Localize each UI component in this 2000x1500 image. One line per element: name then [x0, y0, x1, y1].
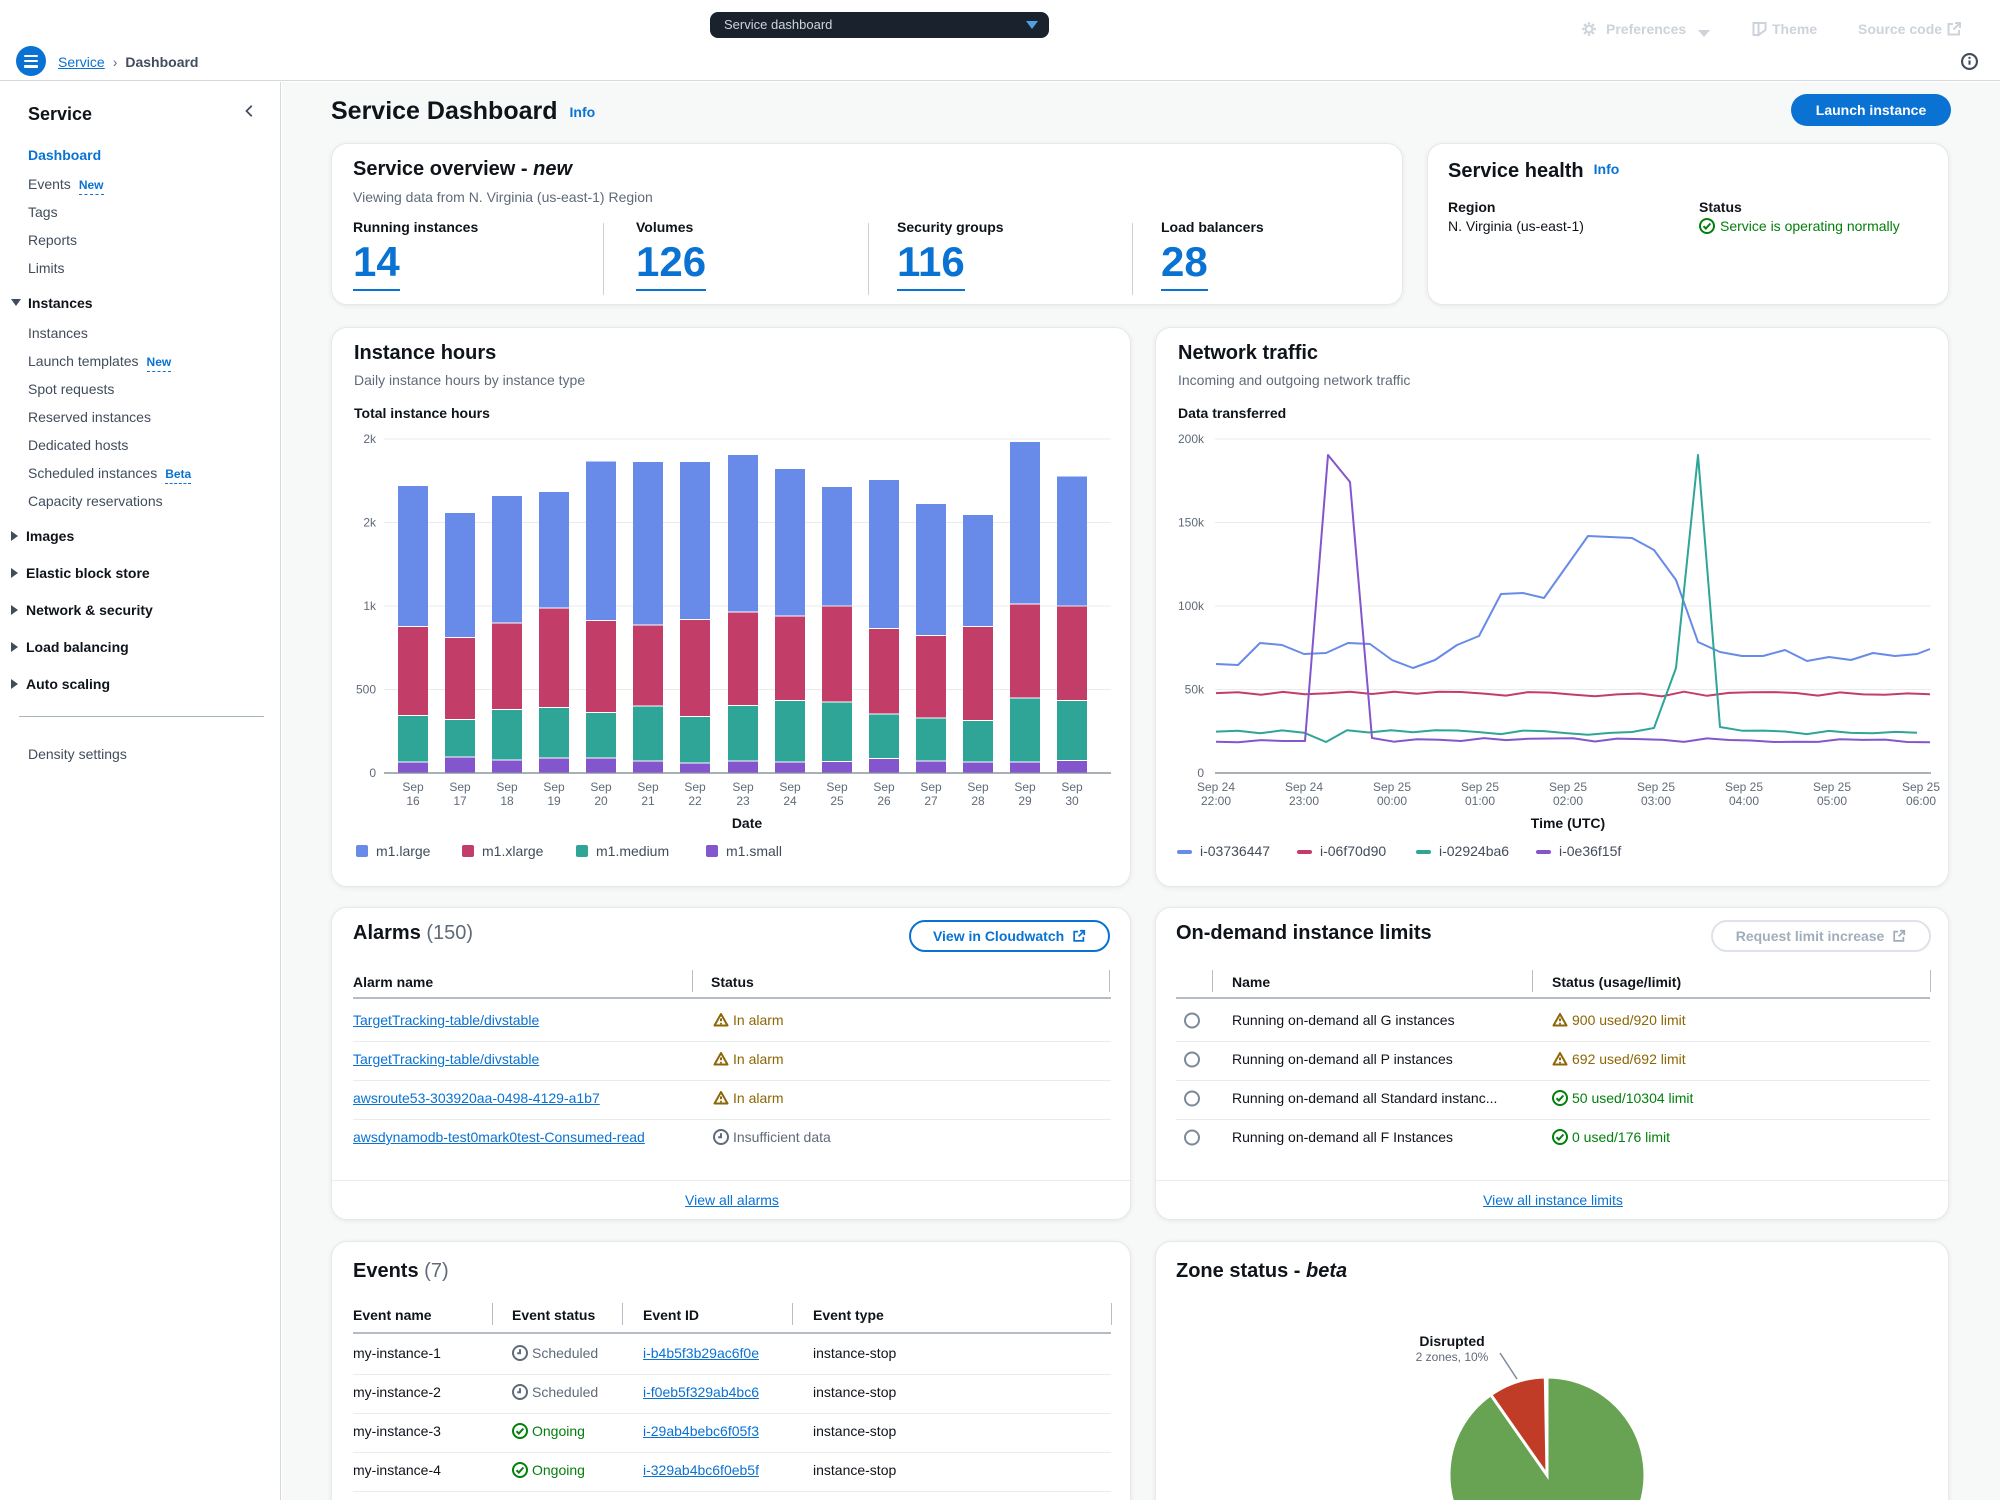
svg-text:0: 0 [1197, 766, 1204, 780]
svg-text:27: 27 [924, 794, 938, 808]
svg-text:Sep: Sep [590, 780, 612, 794]
svg-text:Sep: Sep [402, 780, 424, 794]
svg-text:2k: 2k [363, 516, 377, 530]
svg-text:Sep: Sep [873, 780, 895, 794]
svg-text:Sep: Sep [920, 780, 942, 794]
svg-text:1k: 1k [363, 599, 377, 613]
svg-text:04:00: 04:00 [1729, 794, 1759, 808]
svg-text:Sep 24: Sep 24 [1285, 780, 1323, 794]
svg-text:150k: 150k [1178, 516, 1205, 530]
svg-text:Sep: Sep [543, 780, 565, 794]
svg-text:Sep 25: Sep 25 [1461, 780, 1499, 794]
svg-text:18: 18 [500, 794, 514, 808]
svg-text:Sep: Sep [967, 780, 989, 794]
svg-text:05:00: 05:00 [1817, 794, 1847, 808]
svg-text:19: 19 [547, 794, 561, 808]
svg-text:01:00: 01:00 [1465, 794, 1495, 808]
svg-text:Sep 25: Sep 25 [1725, 780, 1763, 794]
svg-text:Sep 25: Sep 25 [1549, 780, 1587, 794]
svg-text:26: 26 [877, 794, 891, 808]
svg-text:Sep 24: Sep 24 [1197, 780, 1235, 794]
svg-text:2k: 2k [363, 432, 377, 446]
svg-text:21: 21 [641, 794, 655, 808]
svg-text:Sep: Sep [1014, 780, 1036, 794]
svg-text:00:00: 00:00 [1377, 794, 1407, 808]
svg-text:Sep 25: Sep 25 [1637, 780, 1675, 794]
svg-text:Sep: Sep [496, 780, 518, 794]
svg-text:Sep: Sep [684, 780, 706, 794]
svg-text:22:00: 22:00 [1201, 794, 1231, 808]
svg-text:20: 20 [594, 794, 608, 808]
svg-text:28: 28 [971, 794, 985, 808]
svg-text:06:00: 06:00 [1906, 794, 1936, 808]
svg-text:Sep: Sep [826, 780, 848, 794]
svg-text:30: 30 [1065, 794, 1079, 808]
svg-text:29: 29 [1018, 794, 1032, 808]
svg-text:Sep 25: Sep 25 [1813, 780, 1851, 794]
svg-text:16: 16 [406, 794, 420, 808]
svg-text:17: 17 [453, 794, 467, 808]
svg-text:500: 500 [356, 683, 376, 697]
svg-text:23: 23 [736, 794, 750, 808]
svg-text:Sep: Sep [779, 780, 801, 794]
svg-text:Sep: Sep [449, 780, 471, 794]
svg-text:100k: 100k [1178, 599, 1205, 613]
svg-text:Sep 25: Sep 25 [1902, 780, 1940, 794]
svg-text:24: 24 [783, 794, 797, 808]
svg-text:23:00: 23:00 [1289, 794, 1319, 808]
svg-text:50k: 50k [1185, 683, 1205, 697]
svg-text:03:00: 03:00 [1641, 794, 1671, 808]
svg-text:02:00: 02:00 [1553, 794, 1583, 808]
svg-text:Sep: Sep [732, 780, 754, 794]
svg-text:22: 22 [688, 794, 702, 808]
svg-text:25: 25 [830, 794, 844, 808]
svg-text:0: 0 [369, 766, 376, 780]
svg-text:Sep 25: Sep 25 [1373, 780, 1411, 794]
svg-text:Sep: Sep [1061, 780, 1083, 794]
svg-text:200k: 200k [1178, 432, 1205, 446]
svg-text:Sep: Sep [637, 780, 659, 794]
